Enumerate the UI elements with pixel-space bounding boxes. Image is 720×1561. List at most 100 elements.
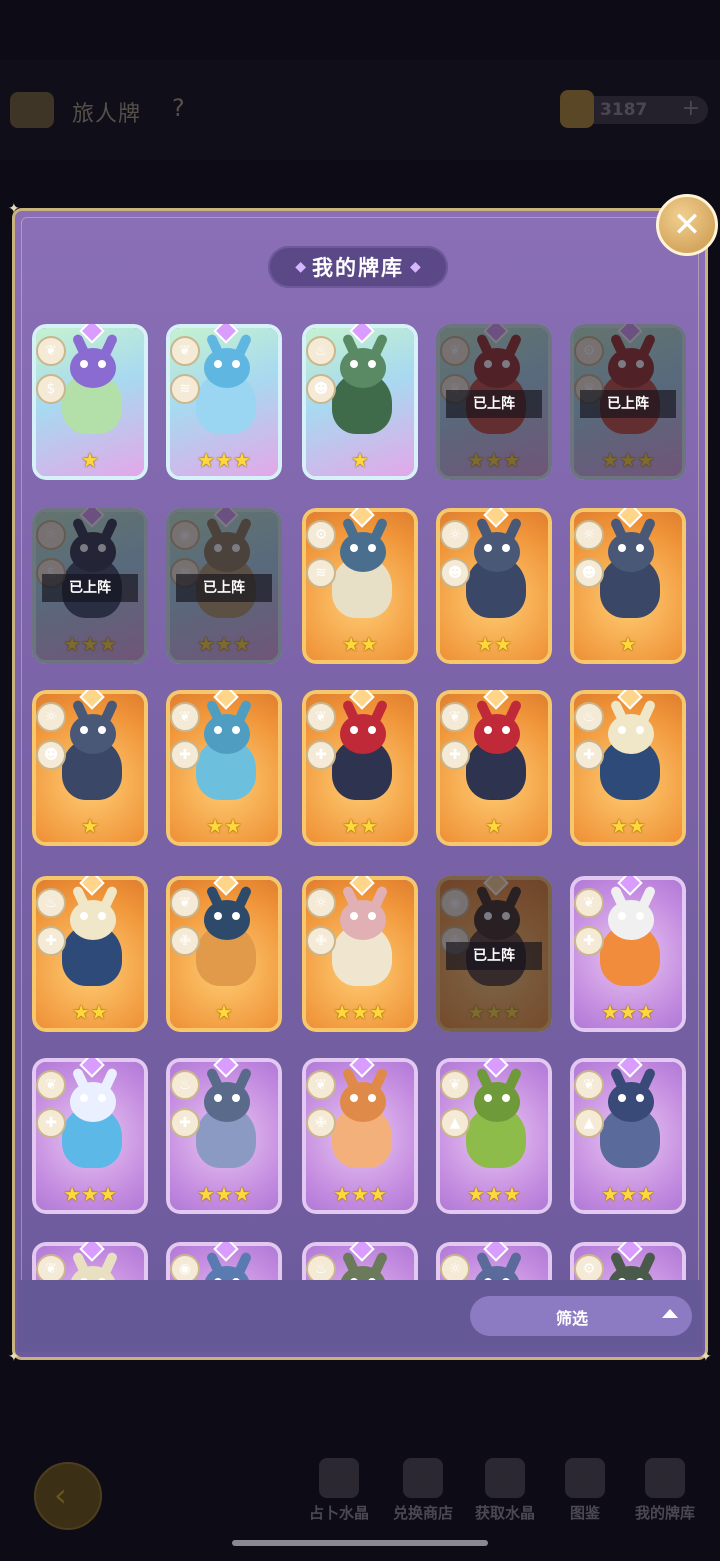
monster-eye — [484, 726, 492, 734]
skull-icon: ☻ — [574, 558, 604, 588]
nav-label: 占卜水晶 — [308, 1504, 369, 1522]
claw-icon: ≋ — [306, 558, 336, 588]
monster-eye — [502, 726, 510, 734]
monster-card[interactable]: ❦ ▲ ★★★ — [570, 1058, 686, 1214]
monster-head — [70, 714, 116, 754]
crystal-counter: 3187 + — [560, 90, 708, 128]
monster-card[interactable]: ⚙ ≋ ★★ — [302, 508, 418, 664]
deployed-badge: 已上阵 — [580, 390, 676, 418]
corner-star-icon: ✦ — [700, 1349, 712, 1365]
monster-eye — [214, 912, 222, 920]
bowl-icon: ♨ — [36, 888, 66, 918]
deployed-badge: 已上阵 — [446, 390, 542, 418]
monster-card[interactable]: ❦ ✚ ★★ — [302, 690, 418, 846]
monster-eye — [484, 1094, 492, 1102]
star-rating: ★★★ — [63, 1182, 117, 1206]
filter-button[interactable]: 筛选 — [470, 1296, 692, 1336]
puzzle-icon: ✚ — [170, 1108, 200, 1138]
monster-card[interactable]: ♨ — [302, 1242, 418, 1280]
monster-card[interactable]: ❦ ✚ ★★ — [166, 690, 282, 846]
monster-head — [204, 714, 250, 754]
close-button[interactable]: ✕ — [656, 194, 718, 256]
monster-card[interactable]: ◉ — [166, 1242, 282, 1280]
panel-title: 我的牌库 — [312, 256, 404, 280]
monster-card[interactable]: ❦ ✚ ★ — [436, 690, 552, 846]
monster-card[interactable]: ☼$★★★已上阵 — [32, 508, 148, 664]
leaf-icon: ❦ — [170, 336, 200, 366]
bowl-icon: ♨ — [574, 702, 604, 732]
monster-card[interactable]: ☼ ☻ ★ — [32, 690, 148, 846]
monster-card[interactable]: ☼ ✙ ★★★ — [302, 876, 418, 1032]
monster-eye — [368, 544, 376, 552]
skull-icon: ☻ — [306, 374, 336, 404]
nav-codex: 图鉴 — [540, 1458, 630, 1523]
claw-icon: ≋ — [170, 374, 200, 404]
monster-head — [340, 900, 386, 940]
monster-card[interactable]: ⚙♛★★★已上阵 — [570, 324, 686, 480]
help-icon: ? — [172, 94, 185, 122]
monster-card[interactable]: ♨ ✚ ★★ — [570, 690, 686, 846]
add-crystal-icon: + — [681, 96, 700, 121]
monster-eye — [98, 912, 106, 920]
monster-card[interactable]: ❦♛★★★已上阵 — [436, 324, 552, 480]
sun-icon: ☼ — [574, 520, 604, 550]
nav-get-crystal: 获取水晶 — [460, 1458, 550, 1523]
divination-icon — [319, 1458, 359, 1498]
monster-card[interactable]: ❦ $ ★ — [32, 324, 148, 480]
shop-icon — [403, 1458, 443, 1498]
star-rating: ★★ — [206, 814, 242, 838]
monster-head — [340, 1082, 386, 1122]
star-rating: ★★ — [342, 632, 378, 656]
monster-eye — [618, 726, 626, 734]
leaf-icon: ❦ — [170, 888, 200, 918]
star-rating: ★★ — [476, 632, 512, 656]
deployed-badge: 已上阵 — [446, 942, 542, 970]
monster-card[interactable]: ♨ ✚ ★★ — [32, 876, 148, 1032]
monster-eye — [80, 1094, 88, 1102]
bowl-icon: ♨ — [170, 1070, 200, 1100]
star-rating: ★ — [351, 448, 369, 472]
monster-card[interactable]: ☼ ☻ ★★ — [436, 508, 552, 664]
sun-icon: ☼ — [440, 520, 470, 550]
monster-eye — [618, 544, 626, 552]
background-title: 旅人牌 — [72, 102, 142, 127]
monster-card[interactable]: ◉✙★★★已上阵 — [436, 876, 552, 1032]
monster-eye — [502, 544, 510, 552]
monster-card[interactable]: ◉≋★★★已上阵 — [166, 508, 282, 664]
monster-card[interactable]: ❦ ▲ ★★★ — [436, 1058, 552, 1214]
monster-head — [70, 348, 116, 388]
monster-eye — [80, 726, 88, 734]
codex-icon — [565, 1458, 605, 1498]
monster-card[interactable]: ♨ ✚ ★★★ — [166, 1058, 282, 1214]
monster-card[interactable]: ❦ ≋ ★★★ — [166, 324, 282, 480]
star-rating: ★★ — [342, 814, 378, 838]
monster-eye — [368, 726, 376, 734]
fire-icon: ▲ — [440, 1108, 470, 1138]
cross-icon: ✙ — [306, 1108, 336, 1138]
leaf-icon: ❦ — [36, 1254, 66, 1280]
leaf-icon: ❦ — [574, 888, 604, 918]
sun-icon: ☼ — [306, 888, 336, 918]
monster-card[interactable]: ❦ ✙ ★ — [166, 876, 282, 1032]
monster-head — [474, 532, 520, 572]
star-rating: ★★★ — [197, 448, 251, 472]
puzzle-icon: ✚ — [36, 926, 66, 956]
leaf-icon: ❦ — [440, 1070, 470, 1100]
monster-card[interactable]: ☼ ☻ ★ — [570, 508, 686, 664]
monster-eye — [350, 726, 358, 734]
monster-card[interactable]: ❦ — [32, 1242, 148, 1280]
monster-card[interactable]: ♨ ☻ ★ — [302, 324, 418, 480]
cross-icon: ✙ — [170, 926, 200, 956]
monster-eye — [350, 1094, 358, 1102]
monster-card[interactable]: ❦ ✚ ★★★ — [570, 876, 686, 1032]
monster-card[interactable]: ⚙ — [570, 1242, 686, 1280]
skull-icon: ☻ — [440, 558, 470, 588]
monster-card[interactable]: ❦ ✙ ★★★ — [302, 1058, 418, 1214]
deployed-badge: 已上阵 — [42, 574, 138, 602]
puzzle-icon: ✚ — [574, 740, 604, 770]
monster-card[interactable]: ☼ — [436, 1242, 552, 1280]
monster-card[interactable]: ❦ ✚ ★★★ — [32, 1058, 148, 1214]
leaf-icon: ❦ — [36, 1070, 66, 1100]
chevron-up-icon — [662, 1309, 678, 1318]
close-icon: ✕ — [672, 205, 702, 245]
